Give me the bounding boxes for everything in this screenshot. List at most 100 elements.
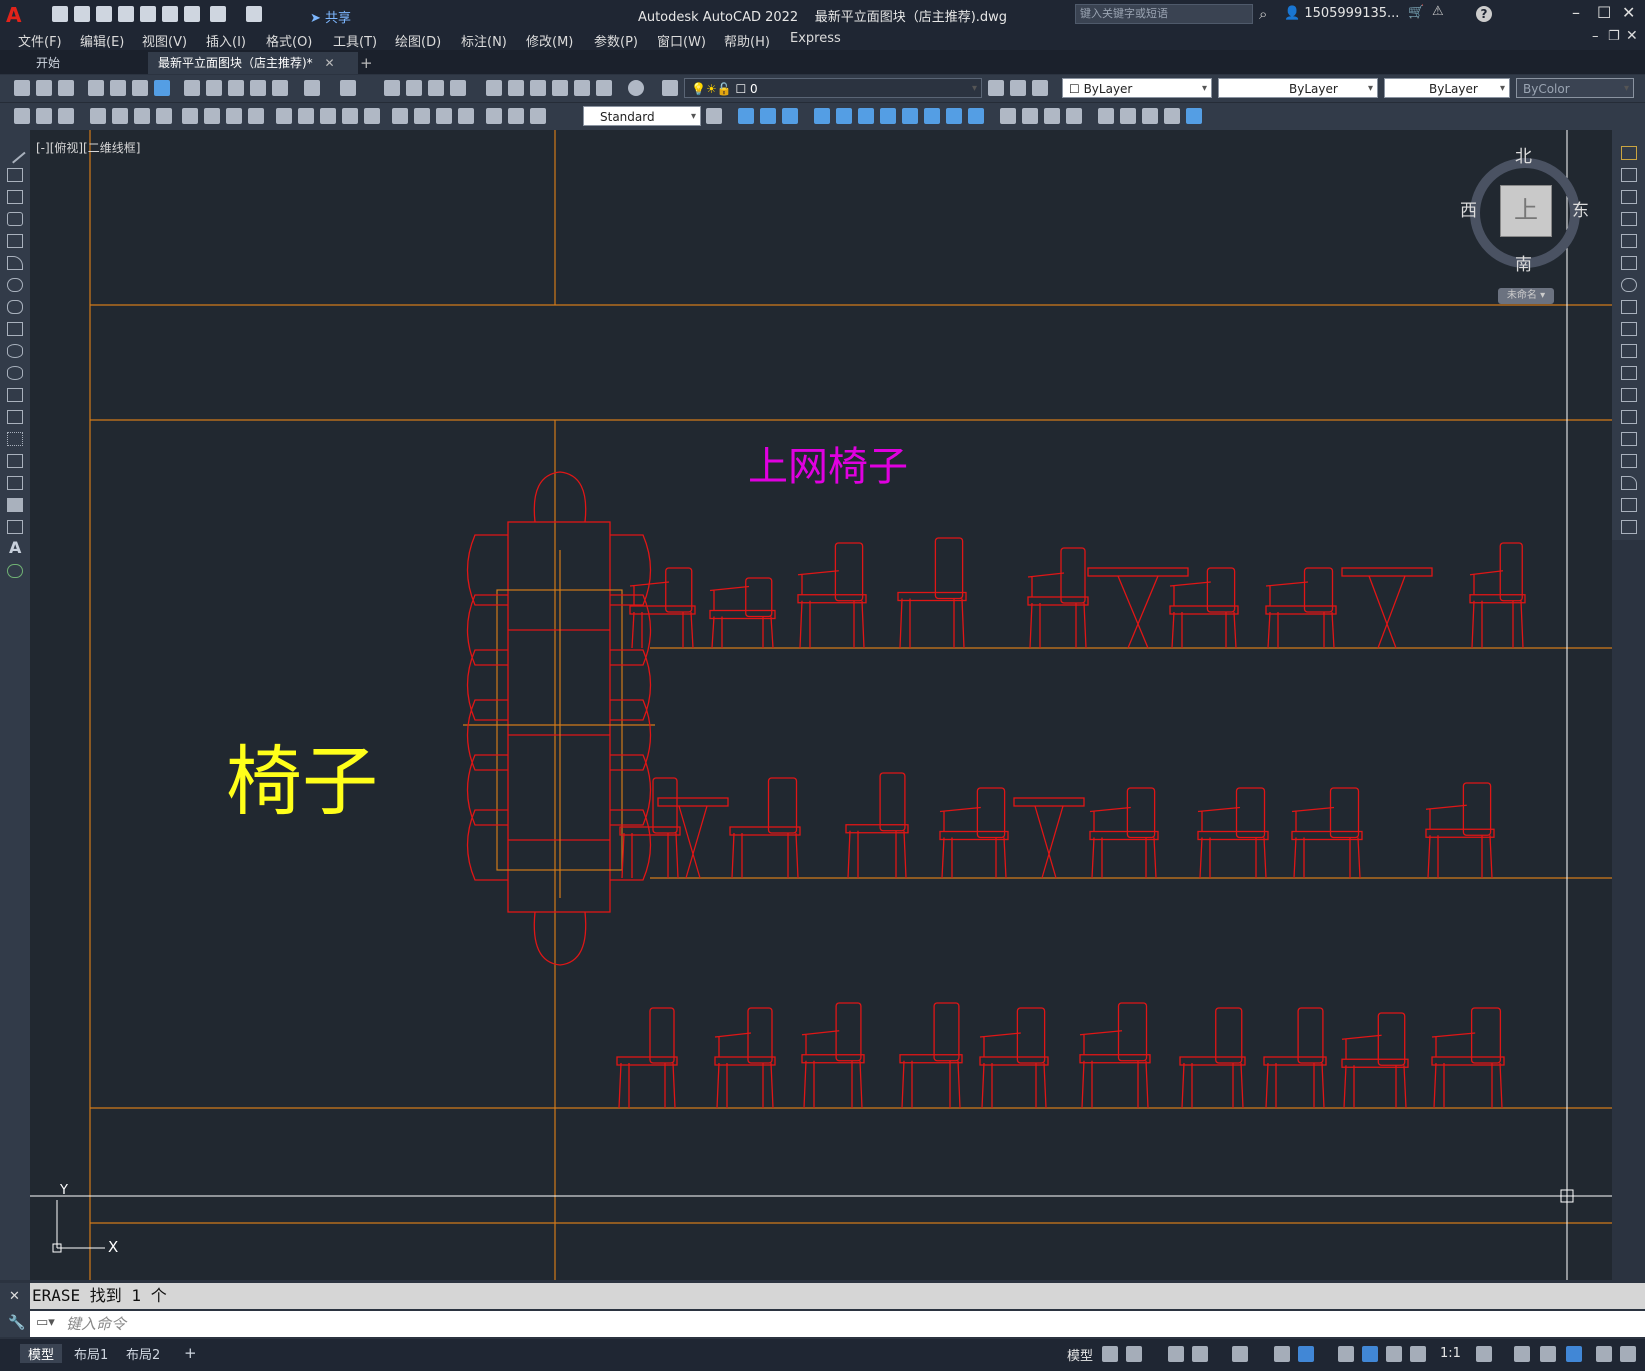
print-icon[interactable] xyxy=(88,80,104,96)
layer-dropdown[interactable]: 💡☀🔓 ☐ 0 ▾ xyxy=(684,78,982,98)
redo-toolbar-icon[interactable] xyxy=(340,80,356,96)
layer-properties-icon[interactable] xyxy=(662,80,678,96)
layer-previous-icon[interactable] xyxy=(1010,80,1026,96)
extrude-face-icon[interactable] xyxy=(814,108,830,124)
clean-screen-icon[interactable] xyxy=(1596,1346,1612,1362)
design-center-icon[interactable] xyxy=(508,80,524,96)
table-icon[interactable] xyxy=(7,520,23,534)
customization-menu-icon[interactable] xyxy=(1620,1346,1636,1362)
center-mark-icon[interactable] xyxy=(414,108,430,124)
help-toolbar-icon[interactable] xyxy=(628,80,644,96)
revision-cloud-icon[interactable] xyxy=(7,300,23,314)
match-properties-icon[interactable] xyxy=(250,80,266,96)
command-prompt-icon[interactable]: ▭▾ xyxy=(36,1315,55,1330)
menu-draw[interactable]: 绘图(D) xyxy=(395,31,441,50)
sheet-set-icon[interactable] xyxy=(552,80,568,96)
zoom-window-icon[interactable] xyxy=(428,80,444,96)
menu-help[interactable]: 帮助(H) xyxy=(724,31,770,50)
join-icon[interactable] xyxy=(1621,432,1637,446)
layer-off-icon[interactable] xyxy=(58,108,74,124)
multiline-text-icon[interactable]: A xyxy=(9,538,21,557)
point-icon[interactable] xyxy=(7,432,23,446)
lineweight-dropdown[interactable]: ByLayer ▾ xyxy=(1384,78,1510,98)
minimize-icon[interactable]: – xyxy=(1572,3,1580,22)
rectangle-icon[interactable] xyxy=(7,234,23,248)
snap-icon[interactable] xyxy=(1126,1346,1142,1362)
tab-close-icon[interactable]: ✕ xyxy=(325,56,335,70)
copy-face-icon[interactable] xyxy=(946,108,962,124)
break-at-point-icon[interactable] xyxy=(1621,388,1637,402)
dim-aligned-icon[interactable] xyxy=(112,108,128,124)
tool-palettes-icon[interactable] xyxy=(530,80,546,96)
viewcube-north[interactable]: 北 xyxy=(1515,142,1532,167)
annotation-monitor-icon[interactable] xyxy=(1514,1346,1530,1362)
viewcube-east[interactable]: 东 xyxy=(1572,196,1589,221)
color-face-icon[interactable] xyxy=(968,108,984,124)
workspace-gear-icon[interactable] xyxy=(1476,1346,1492,1362)
chamfer-icon[interactable] xyxy=(1621,454,1637,468)
units-icon[interactable] xyxy=(1540,1346,1556,1362)
dim-text-edit-icon[interactable] xyxy=(508,108,524,124)
offset-icon[interactable] xyxy=(1621,212,1637,226)
cut-icon[interactable] xyxy=(184,80,200,96)
calculator-icon[interactable] xyxy=(596,80,612,96)
auto-scale-icon[interactable] xyxy=(1386,1346,1402,1362)
properties-icon[interactable] xyxy=(486,80,502,96)
object-snap-icon[interactable] xyxy=(1298,1346,1314,1362)
trim-icon[interactable] xyxy=(1621,344,1637,358)
linetype-dropdown[interactable]: ByLayer ▾ xyxy=(1218,78,1378,98)
solid-subtract-icon[interactable] xyxy=(782,108,798,124)
add-selected-icon[interactable] xyxy=(7,564,23,578)
ellipse-icon[interactable] xyxy=(7,344,23,358)
scale-value[interactable]: 1:1 xyxy=(1440,1346,1461,1361)
new-tab-button[interactable]: + xyxy=(350,52,383,74)
copy-icon[interactable] xyxy=(206,80,222,96)
doc-minimize-icon[interactable]: – xyxy=(1592,29,1599,44)
dim-style-dropdown[interactable]: Standard ▾ xyxy=(583,106,701,126)
search-icon[interactable]: ⌕ xyxy=(1259,5,1267,23)
dim-linear-icon[interactable] xyxy=(90,108,106,124)
layer-freeze-icon[interactable] xyxy=(36,108,52,124)
add-layout-button[interactable]: + xyxy=(176,1344,205,1362)
help-icon[interactable]: ? xyxy=(1476,6,1492,22)
paste-icon[interactable] xyxy=(228,80,244,96)
preview-icon[interactable] xyxy=(110,80,126,96)
viewport-controls[interactable]: [-][俯视][二维线框] xyxy=(36,139,140,156)
undo-toolbar-icon[interactable] xyxy=(304,80,320,96)
layer-states-icon[interactable] xyxy=(1032,80,1048,96)
cart-icon[interactable]: 🛒 xyxy=(1408,5,1424,20)
layout-tab-model[interactable]: 模型 xyxy=(20,1344,63,1363)
hatch-icon[interactable] xyxy=(7,454,23,468)
clean-icon[interactable] xyxy=(1022,108,1038,124)
menu-modify[interactable]: 修改(M) xyxy=(526,31,573,50)
dim-space-icon[interactable] xyxy=(342,108,358,124)
menu-parametric[interactable]: 参数(P) xyxy=(594,31,638,50)
dim-baseline-icon[interactable] xyxy=(298,108,314,124)
mirror-icon[interactable] xyxy=(1621,190,1637,204)
layout-tab-2[interactable]: 布局2 xyxy=(118,1344,168,1363)
move-face-icon[interactable] xyxy=(836,108,852,124)
menu-edit[interactable]: 编辑(E) xyxy=(80,31,124,50)
quick-properties-icon[interactable] xyxy=(1566,1346,1582,1362)
ortho-icon[interactable] xyxy=(1168,1346,1184,1362)
customize-icon[interactable]: 🔧 xyxy=(8,1315,25,1331)
dim-edit-icon[interactable] xyxy=(486,108,502,124)
menu-format[interactable]: 格式(O) xyxy=(266,31,312,50)
shell-icon[interactable] xyxy=(1066,108,1082,124)
rotate-face-icon[interactable] xyxy=(902,108,918,124)
delete-face-icon[interactable] xyxy=(880,108,896,124)
extend-icon[interactable] xyxy=(1621,366,1637,380)
polar-icon[interactable] xyxy=(1192,1346,1208,1362)
insert-block-icon[interactable] xyxy=(7,388,23,402)
erase-icon[interactable] xyxy=(1621,146,1637,160)
drawing-canvas[interactable]: Y X 上网椅子 椅子 上 北 南 东 西 未命名 ▾ xyxy=(30,130,1612,1280)
region-icon[interactable] xyxy=(7,498,23,512)
model-space-button[interactable]: 模型 xyxy=(1067,1345,1093,1364)
spline-icon[interactable] xyxy=(7,322,23,336)
offset-face-icon[interactable] xyxy=(858,108,874,124)
ellipse-arc-icon[interactable] xyxy=(7,366,23,380)
dim-break-icon[interactable] xyxy=(364,108,380,124)
break-icon[interactable] xyxy=(1621,410,1637,424)
user-account[interactable]: 👤 1505999135... xyxy=(1284,6,1399,21)
dim-radius-icon[interactable] xyxy=(182,108,198,124)
